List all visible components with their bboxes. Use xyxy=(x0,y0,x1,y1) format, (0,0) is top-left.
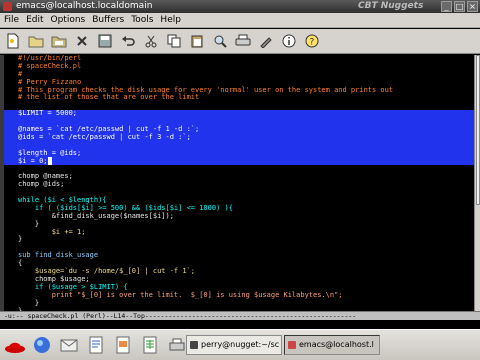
code-line[interactable]: # spaceCheck.pl xyxy=(4,61,474,71)
save-icon[interactable] xyxy=(96,32,114,50)
info-icon[interactable] xyxy=(280,32,298,50)
preferences-icon[interactable] xyxy=(257,32,275,50)
code-line[interactable]: @ids = `cat /etc/passwd | cut -f 3 -d :`… xyxy=(4,132,474,142)
code-line[interactable]: $i = 0; xyxy=(4,156,474,166)
code-line[interactable]: print "$_[0] is over the limit. $_[0] is… xyxy=(4,290,474,300)
code-line[interactable] xyxy=(4,165,474,173)
minibuffer[interactable] xyxy=(0,320,480,329)
emacs-task-icon xyxy=(288,341,296,349)
search-icon[interactable] xyxy=(211,32,229,50)
code-line-text: # This program checks the disk usage for… xyxy=(18,85,394,94)
task-terminal-label: perry@nugget:~/sc xyxy=(201,340,280,349)
code-line-text: $usage=`du -s /home/$_[0] | cut -f 1`; xyxy=(18,267,196,276)
code-line-text: # xyxy=(18,69,23,78)
code-line[interactable]: $LIMIT = 5000; xyxy=(4,109,474,119)
code-line-text: # spaceCheck.pl xyxy=(18,61,82,70)
task-emacs[interactable]: emacs@localhost.l xyxy=(284,335,380,355)
mode-line: -u:-- spaceCheck.pl (Perl)--L14--Top----… xyxy=(0,311,480,320)
code-line-text: # the list of those that are over the li… xyxy=(18,93,200,102)
code-line-text: chomp @names; xyxy=(18,172,73,181)
undo-icon[interactable] xyxy=(119,32,137,50)
vertical-scrollbar[interactable] xyxy=(474,55,480,311)
code-line[interactable]: } xyxy=(4,298,474,308)
writer-icon[interactable] xyxy=(84,333,108,357)
code-line-text: } xyxy=(18,235,23,244)
menu-bar: File Edit Options Buffers Tools Help xyxy=(0,13,480,28)
code-line-text: $length = @ids; xyxy=(18,148,82,157)
close-icon[interactable] xyxy=(73,32,91,50)
new-file-icon[interactable] xyxy=(4,32,22,50)
window-title: emacs@localhost.localdomain xyxy=(16,1,153,11)
code-line[interactable]: chomp @ids; xyxy=(4,180,474,189)
help-icon[interactable]: ? xyxy=(303,32,321,50)
print-icon[interactable] xyxy=(234,32,252,50)
menu-tools[interactable]: Tools xyxy=(131,13,153,27)
code-line-text: if ( ($ids[$i] >= 500) && ($ids[$i] <= 1… xyxy=(18,203,233,212)
redhat-menu-icon[interactable] xyxy=(3,333,27,357)
code-line[interactable]: &find_disk_usage($names[$i]); xyxy=(4,211,474,221)
scrollbar-thumb[interactable] xyxy=(476,55,480,205)
code-line-text: chomp @ids; xyxy=(18,180,65,189)
open-folder-icon[interactable] xyxy=(27,32,45,50)
menu-file[interactable]: File xyxy=(4,13,19,27)
maximize-icon[interactable]: □ xyxy=(454,1,465,12)
code-line-text: sub find_disk_usage xyxy=(18,251,99,260)
menu-buffers[interactable]: Buffers xyxy=(92,13,124,27)
toolbar: ? xyxy=(0,29,480,54)
code-line[interactable]: chomp @names; xyxy=(4,172,474,181)
code-line-text: @names = `cat /etc/passwd | cut -f 1 -d … xyxy=(18,125,200,134)
code-line[interactable]: } xyxy=(4,236,474,244)
text-cursor xyxy=(47,156,52,165)
email-icon[interactable] xyxy=(57,333,81,357)
code-line[interactable]: # the list of those that are over the li… xyxy=(4,94,474,102)
window-titlebar[interactable]: emacs@localhost.localdomain CBT Nuggets … xyxy=(0,0,480,13)
minimize-icon[interactable]: _ xyxy=(441,1,452,12)
copy-icon[interactable] xyxy=(165,32,183,50)
menu-help[interactable]: Help xyxy=(160,13,181,27)
svg-text:?: ? xyxy=(310,38,315,48)
menu-edit[interactable]: Edit xyxy=(26,13,43,27)
terminal-icon xyxy=(190,341,198,349)
code-line[interactable]: $i += 1; xyxy=(4,227,474,237)
emacs-app-icon[interactable] xyxy=(3,2,12,11)
code-line-text: print "$_[0] is over the limit. $_[0] is… xyxy=(18,290,343,299)
close-window-icon[interactable]: × xyxy=(467,1,478,12)
code-line-text: $LIMIT = 5000; xyxy=(18,109,78,118)
paste-icon[interactable] xyxy=(188,32,206,50)
browser-icon[interactable] xyxy=(30,333,54,357)
code-line-text: if ($usage > $LIMIT) { xyxy=(18,282,128,291)
calc-icon[interactable] xyxy=(138,333,162,357)
code-line[interactable]: $length = @ids; xyxy=(4,148,474,158)
code-line-text: # Perry Fizzano xyxy=(18,77,82,86)
cut-icon[interactable] xyxy=(142,32,160,50)
code-line-text: } xyxy=(18,298,40,307)
code-line-text: { xyxy=(18,259,23,268)
code-line-text: $i += 1; xyxy=(18,227,86,236)
code-line-text: $i = 0; xyxy=(18,156,48,165)
code-line[interactable]: sub find_disk_usage xyxy=(4,251,474,260)
editor-buffer[interactable]: #!/usr/bin/perl # spaceCheck.pl # # Perry F… xyxy=(4,55,474,311)
impress-icon[interactable] xyxy=(111,333,135,357)
code-line-text: chomp $usage; xyxy=(18,274,90,283)
watermark-logo: CBT Nuggets xyxy=(358,1,424,11)
code-line-text: @ids = `cat /etc/passwd | cut -f 3 -d :`… xyxy=(18,132,191,141)
code-line-text: } xyxy=(18,219,40,228)
code-line-text: &find_disk_usage($names[$i]); xyxy=(18,211,174,220)
code-line-text: while ($i < $length){ xyxy=(18,196,107,205)
dired-icon[interactable] xyxy=(50,32,68,50)
task-terminal[interactable]: perry@nugget:~/sc xyxy=(186,335,282,355)
menu-options[interactable]: Options xyxy=(51,13,86,27)
task-emacs-label: emacs@localhost.l xyxy=(299,340,374,349)
